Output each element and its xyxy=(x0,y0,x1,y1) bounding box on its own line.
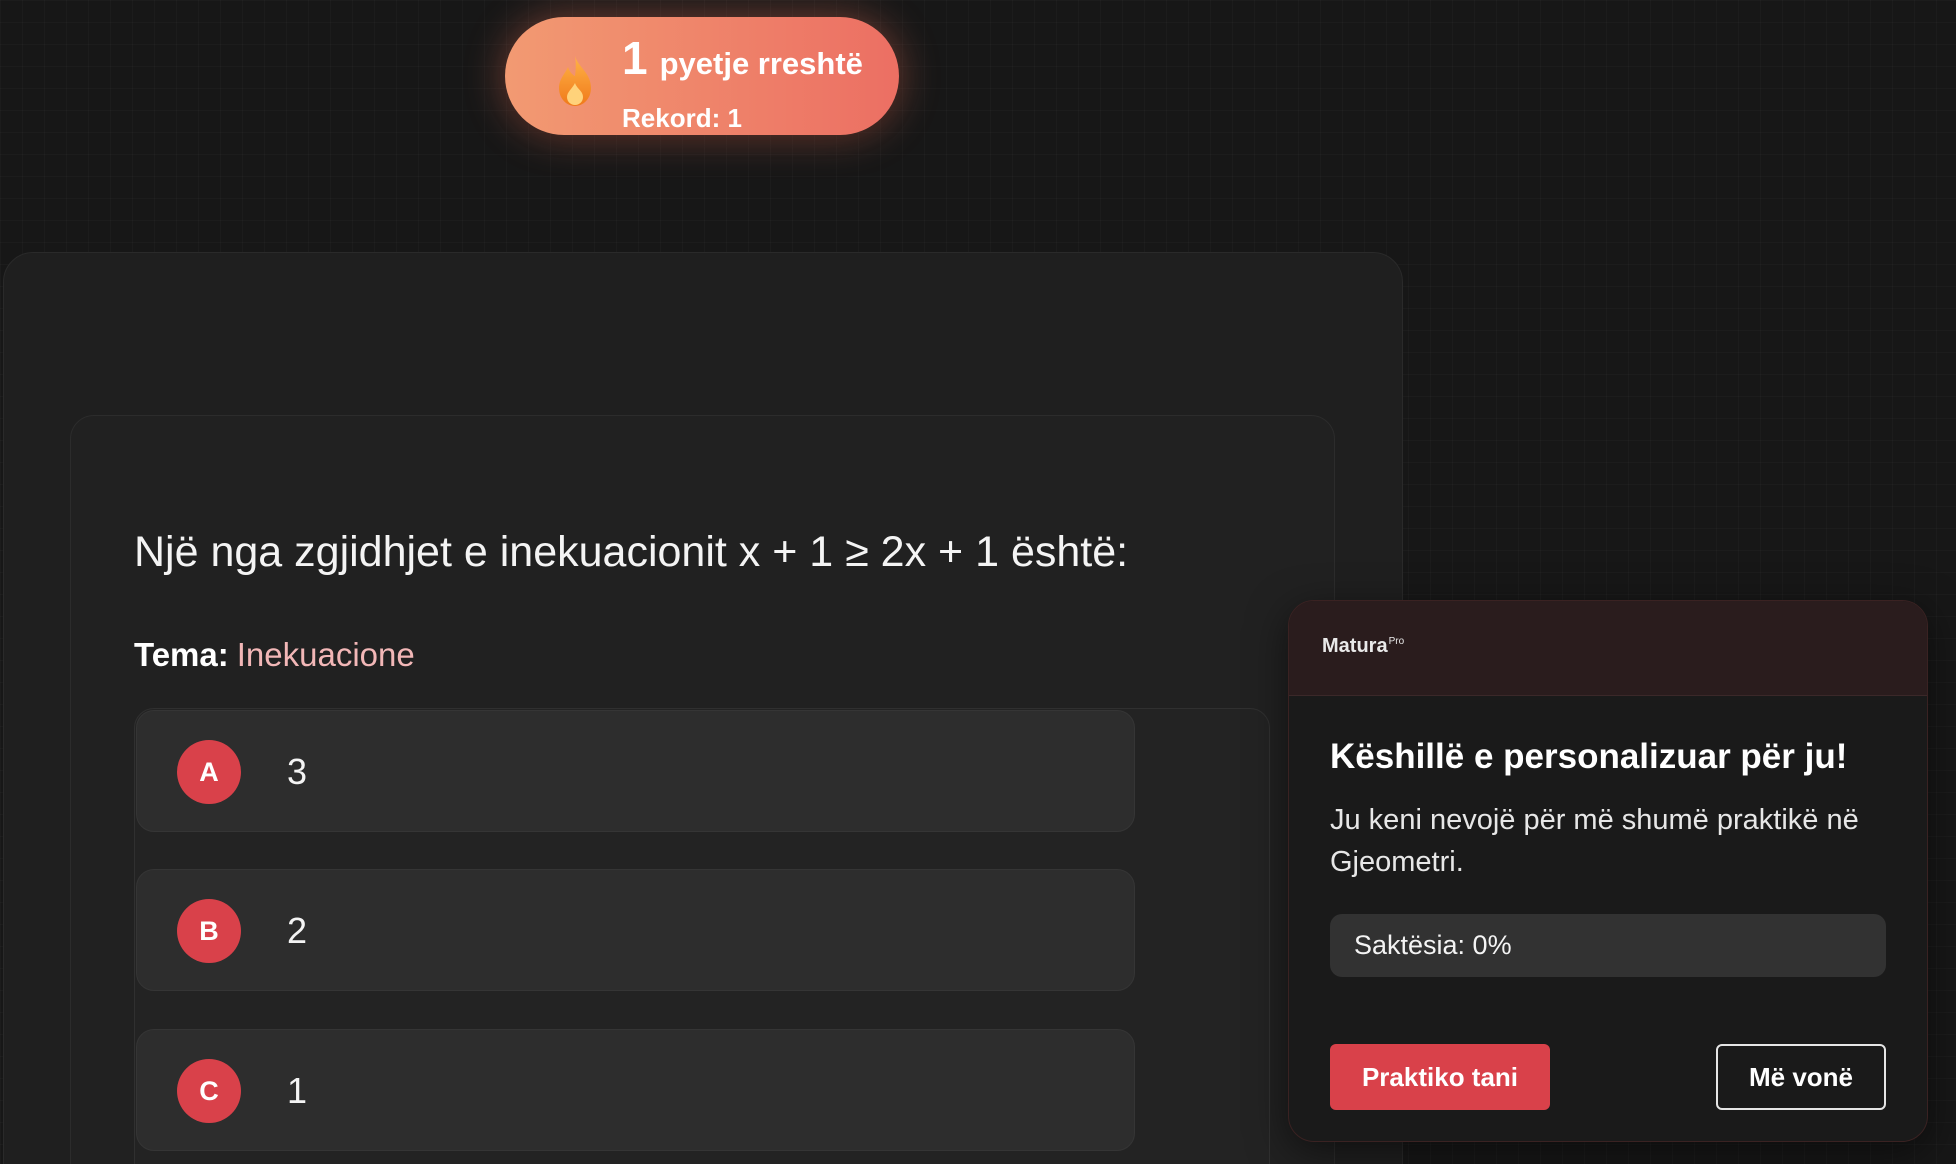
later-button[interactable]: Më vonë xyxy=(1716,1044,1886,1110)
recommendation-popup: MaturaPro Këshillë e personalizuar për j… xyxy=(1288,600,1928,1142)
brand-logo: MaturaPro xyxy=(1322,635,1404,658)
popup-header: MaturaPro xyxy=(1289,601,1927,696)
streak-label: pyetje rreshtë xyxy=(659,46,863,81)
answer-letter-badge: A xyxy=(177,740,241,804)
answer-option-b[interactable]: B 2 xyxy=(136,869,1135,991)
answer-option-c[interactable]: C 1 xyxy=(136,1029,1135,1151)
answer-letter-badge: B xyxy=(177,899,241,963)
brand-name: Matura xyxy=(1322,635,1388,657)
streak-record: Rekord: 1 xyxy=(622,103,742,133)
brand-sup: Pro xyxy=(1388,636,1405,648)
flame-icon xyxy=(559,56,591,106)
popup-message: Ju keni nevojë për më shumë praktikë në … xyxy=(1330,804,1859,878)
topic-value: Inekuacione xyxy=(236,636,415,673)
answer-option-a[interactable]: A 3 xyxy=(136,710,1135,832)
answer-value: 1 xyxy=(287,1070,308,1111)
practice-now-button[interactable]: Praktiko tani xyxy=(1330,1044,1550,1110)
streak-badge: 1 pyetje rreshtë Rekord: 1 xyxy=(505,17,899,135)
question-text: Një nga zgjidhjet e inekuacionit x + 1 ≥… xyxy=(134,528,1129,576)
answer-letter-badge: C xyxy=(177,1059,241,1123)
answer-value: 2 xyxy=(287,910,308,951)
topic-label: Tema: xyxy=(134,636,229,673)
streak-count-line: 1 pyetje rreshtë xyxy=(622,35,863,82)
streak-count: 1 xyxy=(622,32,648,84)
question-topic: Tema: Inekuacione xyxy=(134,636,415,674)
answer-value: 3 xyxy=(287,751,308,792)
accuracy-text: Saktësia: 0% xyxy=(1354,930,1512,960)
popup-title: Këshillë e personalizuar për ju! xyxy=(1330,737,1848,776)
accuracy-bar: Saktësia: 0% xyxy=(1330,914,1886,977)
